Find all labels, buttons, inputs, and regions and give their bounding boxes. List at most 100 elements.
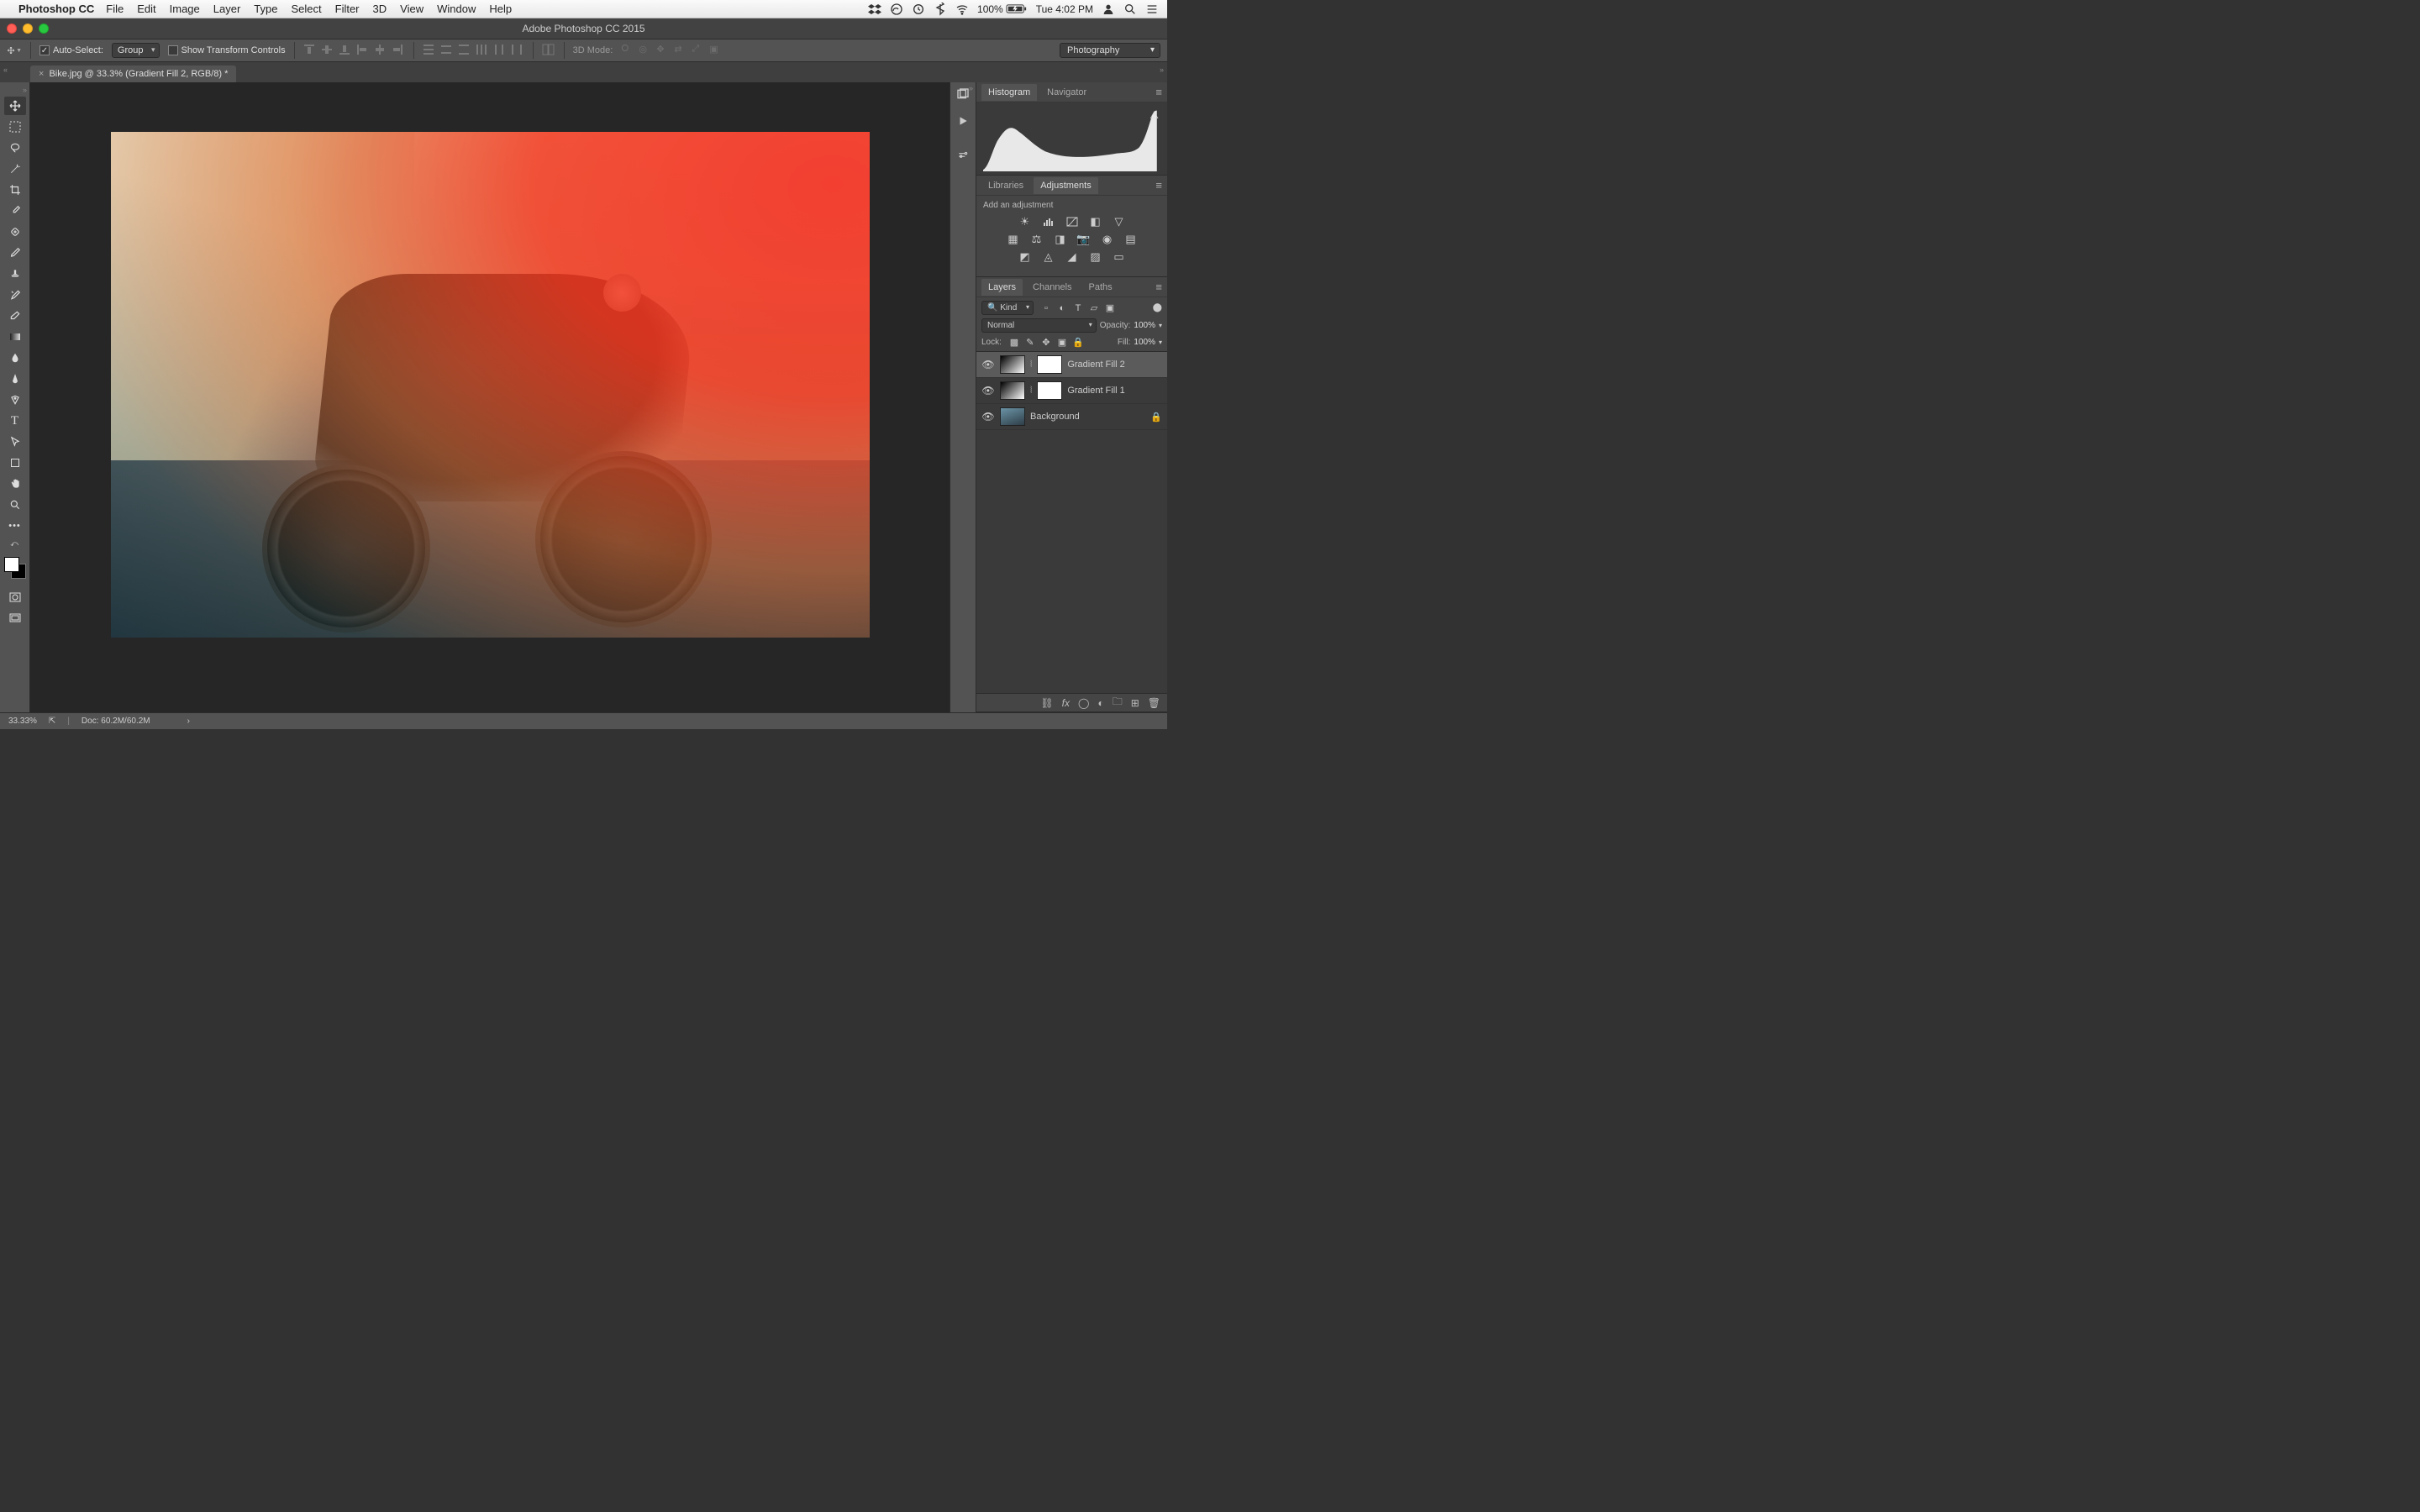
color-lookup-icon[interactable]: ▤ xyxy=(1123,233,1139,246)
lock-artboard-icon[interactable]: ▣ xyxy=(1056,336,1068,348)
distribute-hcenter-icon[interactable] xyxy=(493,44,507,57)
menu-image[interactable]: Image xyxy=(170,3,200,15)
channels-tab[interactable]: Channels xyxy=(1026,279,1078,296)
zoom-level[interactable]: 33.33% xyxy=(8,717,37,726)
layer-name[interactable]: Gradient Fill 1 xyxy=(1067,386,1162,396)
align-hcenter-icon[interactable] xyxy=(374,44,387,57)
3d-pan-icon[interactable]: ✥ xyxy=(656,44,670,57)
menu-filter[interactable]: Filter xyxy=(335,3,360,15)
histogram-warning-icon[interactable]: ⚠ xyxy=(1150,109,1159,121)
panel-menu-icon[interactable]: ≡ xyxy=(1155,179,1162,192)
menu-select[interactable]: Select xyxy=(291,3,321,15)
document-canvas[interactable] xyxy=(111,132,870,638)
gradient-map-icon[interactable]: ▭ xyxy=(1112,250,1127,264)
filter-toggle-icon[interactable]: ⬤ xyxy=(1153,303,1162,312)
auto-select-check[interactable]: Auto-Select: xyxy=(39,45,103,55)
layer-mask-thumbnail[interactable] xyxy=(1037,381,1062,400)
quick-mask-icon[interactable] xyxy=(4,588,26,606)
status-menu-icon[interactable]: › xyxy=(187,717,190,726)
bw-adjustment-icon[interactable]: ◨ xyxy=(1053,233,1068,246)
add-mask-icon[interactable]: ◯ xyxy=(1078,697,1089,709)
layer-thumbnail[interactable] xyxy=(1000,381,1025,400)
panel-menu-icon[interactable]: ≡ xyxy=(1155,86,1162,98)
align-vcenter-icon[interactable] xyxy=(321,44,334,57)
swap-colors-icon[interactable]: ⤺ xyxy=(3,538,25,549)
menubar-clock[interactable]: Tue 4:02 PM xyxy=(1036,3,1093,15)
visibility-toggle-icon[interactable]: 👁 xyxy=(981,411,995,423)
bluetooth-icon[interactable] xyxy=(934,3,947,16)
3d-orbit-icon[interactable]: ⭘ xyxy=(621,44,634,57)
layer-thumbnail[interactable] xyxy=(1000,407,1025,426)
hand-tool[interactable] xyxy=(4,475,26,493)
layer-thumbnail[interactable] xyxy=(1000,355,1025,374)
levels-adjustment-icon[interactable] xyxy=(1041,215,1056,228)
align-right-icon[interactable] xyxy=(392,44,405,57)
screen-mode-icon[interactable] xyxy=(4,609,26,627)
zoom-tool[interactable] xyxy=(4,496,26,514)
menu-help[interactable]: Help xyxy=(489,3,512,15)
lock-pixels-icon[interactable]: ✎ xyxy=(1024,336,1036,348)
clone-stamp-tool[interactable] xyxy=(4,265,26,283)
3d-roll-icon[interactable]: ◎ xyxy=(639,44,652,57)
tab-scroll-left-icon[interactable]: « xyxy=(3,66,8,74)
type-tool[interactable]: T xyxy=(4,412,26,430)
vibrance-adjustment-icon[interactable]: ▽ xyxy=(1112,215,1127,228)
exposure-adjustment-icon[interactable]: ◧ xyxy=(1088,215,1103,228)
hue-adjustment-icon[interactable]: ▦ xyxy=(1006,233,1021,246)
lock-all-icon[interactable]: 🔒 xyxy=(1072,336,1084,348)
layer-name[interactable]: Background xyxy=(1030,412,1145,422)
distribute-bottom-icon[interactable] xyxy=(458,44,471,57)
shape-tool[interactable] xyxy=(4,454,26,472)
panel-menu-icon[interactable]: ≡ xyxy=(1155,281,1162,293)
show-transform-check[interactable]: Show Transform Controls xyxy=(168,45,286,55)
visibility-toggle-icon[interactable]: 👁 xyxy=(981,359,995,370)
auto-select-dropdown[interactable]: Group xyxy=(112,43,160,58)
layer-effects-icon[interactable]: fx xyxy=(1062,697,1070,709)
libraries-tab[interactable]: Libraries xyxy=(981,177,1030,194)
app-name[interactable]: Photoshop CC xyxy=(18,3,94,15)
align-left-icon[interactable] xyxy=(356,44,370,57)
lock-position-icon[interactable]: ✥ xyxy=(1040,336,1052,348)
extra-tool[interactable]: ••• xyxy=(4,517,26,535)
window-close-button[interactable] xyxy=(7,24,17,34)
fill-value[interactable]: 100% xyxy=(1134,338,1155,347)
new-adjustment-icon[interactable]: ◐ xyxy=(1097,697,1103,709)
photo-filter-icon[interactable]: 📷 xyxy=(1076,233,1092,246)
battery-status[interactable]: 100% xyxy=(977,3,1028,15)
menu-layer[interactable]: Layer xyxy=(213,3,241,15)
pen-tool[interactable] xyxy=(4,391,26,409)
paths-tab[interactable]: Paths xyxy=(1082,279,1119,296)
curves-adjustment-icon[interactable] xyxy=(1065,215,1080,228)
workspace-dropdown[interactable]: Photography xyxy=(1060,43,1160,58)
color-balance-icon[interactable]: ⚖ xyxy=(1029,233,1044,246)
menu-window[interactable]: Window xyxy=(437,3,476,15)
channel-mixer-icon[interactable]: ◉ xyxy=(1100,233,1115,246)
distribute-left-icon[interactable] xyxy=(476,44,489,57)
lasso-tool[interactable] xyxy=(4,139,26,157)
eraser-tool[interactable] xyxy=(4,307,26,325)
marquee-tool[interactable] xyxy=(4,118,26,136)
dock-expand-icon[interactable]: » xyxy=(969,84,973,92)
lock-transparency-icon[interactable]: ▩ xyxy=(1008,336,1020,348)
wifi-icon[interactable] xyxy=(955,3,969,16)
auto-align-icon[interactable] xyxy=(542,44,555,58)
creative-cloud-icon[interactable] xyxy=(890,3,903,16)
opacity-value[interactable]: 100% xyxy=(1134,321,1155,330)
path-select-tool[interactable] xyxy=(4,433,26,451)
history-brush-tool[interactable] xyxy=(4,286,26,304)
user-icon[interactable] xyxy=(1102,3,1115,16)
menu-file[interactable]: File xyxy=(106,3,124,15)
tab-scroll-right-icon[interactable]: » xyxy=(1160,66,1164,74)
filter-shape-icon[interactable]: ▱ xyxy=(1088,302,1100,314)
threshold-adjustment-icon[interactable]: ◢ xyxy=(1065,250,1080,264)
move-tool[interactable] xyxy=(4,97,26,115)
dodge-tool[interactable] xyxy=(4,370,26,388)
actions-panel-icon[interactable] xyxy=(957,115,969,129)
gradient-tool[interactable] xyxy=(4,328,26,346)
align-bottom-icon[interactable] xyxy=(339,44,352,57)
eyedropper-tool[interactable] xyxy=(4,202,26,220)
properties-panel-icon[interactable] xyxy=(956,150,970,164)
menu-view[interactable]: View xyxy=(400,3,424,15)
layer-row[interactable]: 👁 ⦚ Gradient Fill 2 xyxy=(976,352,1167,378)
filter-type-icon[interactable]: T xyxy=(1072,302,1084,314)
